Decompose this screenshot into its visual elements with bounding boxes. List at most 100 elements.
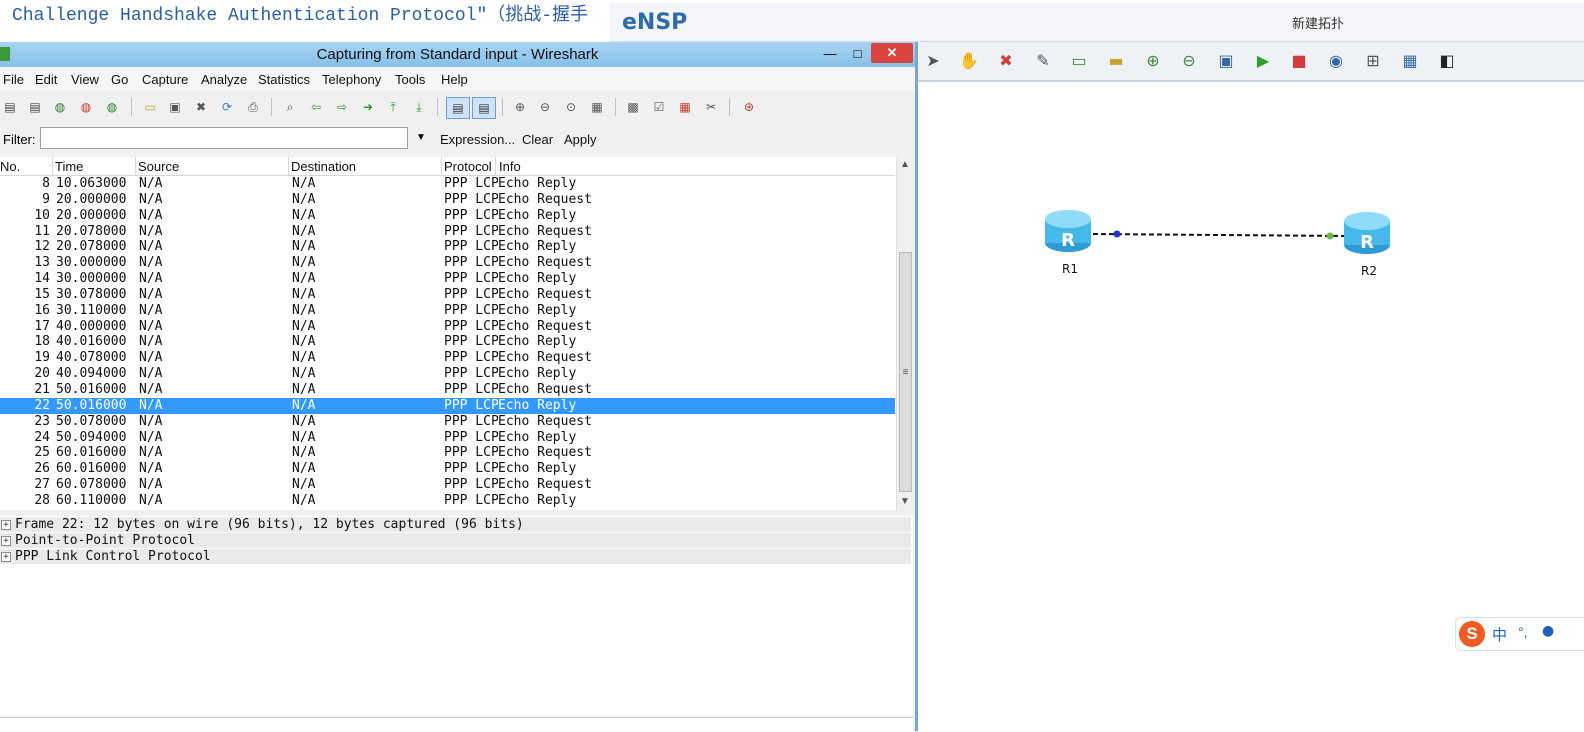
menu-statistics[interactable]: Statistics <box>258 72 310 87</box>
ime-toolbar[interactable]: S 中 °, ● <box>1455 617 1584 651</box>
help-icon[interactable]: ⊛ <box>741 99 757 115</box>
table-row[interactable]: 18 40.016000 N/A N/A PPP LCP Echo Reply <box>0 334 895 350</box>
column-divider[interactable] <box>441 157 442 175</box>
topology-icon[interactable]: ⊞ <box>1362 50 1384 70</box>
pointer-icon[interactable]: ➤ <box>922 50 944 70</box>
details-row-ppp[interactable]: + Point-to-Point Protocol <box>0 533 911 548</box>
scroll-down-icon[interactable]: ▼ <box>900 496 910 507</box>
open-file-icon[interactable]: ▭ <box>142 99 158 115</box>
expand-icon[interactable]: + <box>1 520 11 530</box>
maximize-button[interactable]: □ <box>845 43 870 63</box>
table-row[interactable]: 10 20.000000 N/A N/A PPP LCP Echo Reply <box>0 208 895 224</box>
delete-icon[interactable]: ✖ <box>995 50 1017 70</box>
capture-filters-icon[interactable]: ▩ <box>625 99 641 115</box>
start-capture-icon[interactable]: ◍ <box>52 99 68 115</box>
filter-input[interactable] <box>40 127 408 149</box>
close-button[interactable]: ✕ <box>871 43 913 63</box>
filter-dropdown-icon[interactable]: ▼ <box>416 132 426 143</box>
go-to-packet-icon[interactable]: ➜ <box>360 99 376 115</box>
table-row[interactable]: 17 40.000000 N/A N/A PPP LCP Echo Request <box>0 319 895 335</box>
packet-list-scrollbar[interactable]: ▲ ≡ ▼ <box>896 157 914 510</box>
display-filters-icon[interactable]: ☑ <box>651 99 667 115</box>
column-header-time[interactable]: Time <box>55 159 83 174</box>
scrollbar-thumb[interactable]: ≡ <box>899 252 912 492</box>
microphone-icon[interactable]: ● <box>1542 623 1554 639</box>
packet-list[interactable]: No. Time Source Destination Protocol Inf… <box>0 157 914 510</box>
rectangle-icon[interactable]: ▬ <box>1105 50 1127 70</box>
serial-link[interactable] <box>1092 233 1349 237</box>
find-packet-icon[interactable]: ⌕ <box>282 99 298 115</box>
interfaces-icon[interactable]: ▤ <box>2 99 18 115</box>
scroll-up-icon[interactable]: ▲ <box>900 159 910 170</box>
table-row[interactable]: 19 40.078000 N/A N/A PPP LCP Echo Request <box>0 350 895 366</box>
table-row[interactable]: 8 10.063000 N/A N/A PPP LCP Echo Reply <box>0 176 895 192</box>
zoom-out-icon[interactable]: ⊖ <box>537 99 553 115</box>
table-row[interactable]: 27 60.078000 N/A N/A PPP LCP Echo Request <box>0 477 895 493</box>
expand-icon[interactable]: + <box>1 552 11 562</box>
zoom-in-icon[interactable]: ⊕ <box>512 99 528 115</box>
zoom-in-icon[interactable]: ⊕ <box>1142 50 1164 70</box>
save-file-icon[interactable]: ▣ <box>167 99 183 115</box>
preferences-icon[interactable]: ✂ <box>703 99 719 115</box>
table-row[interactable]: 21 50.016000 N/A N/A PPP LCP Echo Request <box>0 382 895 398</box>
clear-button[interactable]: Clear <box>522 132 553 147</box>
menu-telephony[interactable]: Telephony <box>322 72 381 87</box>
expression-button[interactable]: Expression... <box>440 132 515 147</box>
autoscroll-icon[interactable]: ▤ <box>472 97 496 119</box>
router-r2-icon[interactable]: R <box>1343 211 1391 255</box>
sogou-logo-icon[interactable]: S <box>1459 621 1485 647</box>
column-divider[interactable] <box>52 157 53 175</box>
start-icon[interactable]: ▶ <box>1252 50 1274 70</box>
menu-file[interactable]: File <box>3 72 24 87</box>
minimize-button[interactable]: — <box>817 43 843 63</box>
column-header-info[interactable]: Info <box>499 159 521 174</box>
apply-button[interactable]: Apply <box>564 132 597 147</box>
router-r1-icon[interactable]: R <box>1044 209 1092 253</box>
table-row[interactable]: 16 30.110000 N/A N/A PPP LCP Echo Reply <box>0 303 895 319</box>
table-row[interactable]: 12 20.078000 N/A N/A PPP LCP Echo Reply <box>0 239 895 255</box>
details-row-frame[interactable]: + Frame 22: 12 bytes on wire (96 bits), … <box>0 517 911 532</box>
column-header-protocol[interactable]: Protocol <box>444 159 492 174</box>
ime-language-indicator[interactable]: 中 <box>1492 624 1507 645</box>
menu-tools[interactable]: Tools <box>395 72 425 87</box>
normal-size-icon[interactable]: ⊙ <box>563 99 579 115</box>
go-last-packet-icon[interactable]: ⤓ <box>411 99 427 115</box>
expand-icon[interactable]: + <box>1 536 11 546</box>
column-header-source[interactable]: Source <box>138 159 179 174</box>
stop-icon[interactable]: ■ <box>1288 50 1310 70</box>
table-row[interactable]: 13 30.000000 N/A N/A PPP LCP Echo Request <box>0 255 895 271</box>
go-forward-icon[interactable]: ⇨ <box>334 99 350 115</box>
fit-icon[interactable]: ▣ <box>1215 50 1237 70</box>
menu-edit[interactable]: Edit <box>35 72 57 87</box>
menu-go[interactable]: Go <box>111 72 128 87</box>
column-divider[interactable] <box>135 157 136 175</box>
hand-icon[interactable]: ✋ <box>958 50 980 70</box>
options-icon[interactable]: ▤ <box>27 99 43 115</box>
screenshot-icon[interactable]: ◧ <box>1436 50 1458 70</box>
packet-bytes-pane[interactable] <box>0 717 913 732</box>
table-row[interactable]: 23 50.078000 N/A N/A PPP LCP Echo Request <box>0 414 895 430</box>
zoom-out-icon[interactable]: ⊖ <box>1178 50 1200 70</box>
coloring-rules-icon[interactable]: ▦ <box>677 99 693 115</box>
go-back-icon[interactable]: ⇦ <box>308 99 324 115</box>
stop-capture-icon[interactable]: ◍ <box>78 99 94 115</box>
print-icon[interactable]: ⎙ <box>245 99 261 115</box>
column-divider[interactable] <box>288 157 289 175</box>
colorize-icon[interactable]: ▤ <box>446 97 470 119</box>
menu-analyze[interactable]: Analyze <box>201 72 247 87</box>
close-file-icon[interactable]: ✖ <box>193 99 209 115</box>
column-header-destination[interactable]: Destination <box>291 159 356 174</box>
table-row[interactable]: 28 60.110000 N/A N/A PPP LCP Echo Reply <box>0 493 895 509</box>
table-row[interactable]: 24 50.094000 N/A N/A PPP LCP Echo Reply <box>0 430 895 446</box>
table-row-selected[interactable]: 22 50.016000 N/A N/A PPP LCP Echo Reply <box>0 397 895 414</box>
text-note-icon[interactable]: ▭ <box>1068 50 1090 70</box>
details-row-lcp[interactable]: + PPP Link Control Protocol <box>0 549 911 564</box>
column-divider[interactable] <box>495 157 496 175</box>
menu-capture[interactable]: Capture <box>142 72 188 87</box>
table-row[interactable]: 26 60.016000 N/A N/A PPP LCP Echo Reply <box>0 461 895 477</box>
table-row[interactable]: 20 40.094000 N/A N/A PPP LCP Echo Reply <box>0 366 895 382</box>
menu-view[interactable]: View <box>71 72 99 87</box>
reload-icon[interactable]: ⟳ <box>219 99 235 115</box>
go-first-packet-icon[interactable]: ⤒ <box>385 99 401 115</box>
eraser-icon[interactable]: ✎ <box>1032 50 1054 70</box>
